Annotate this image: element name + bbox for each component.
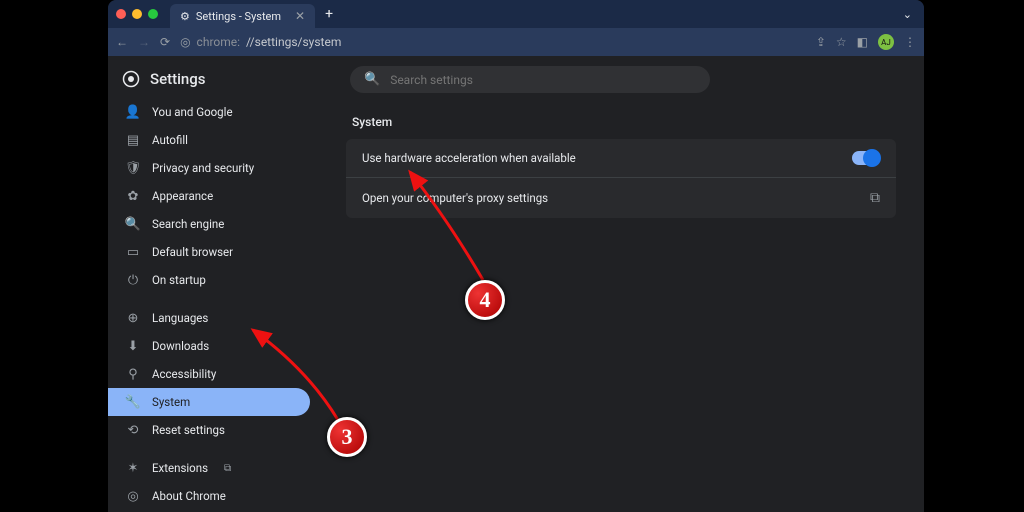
row-proxy-settings[interactable]: Open your computer's proxy settings ⧉ <box>346 177 896 218</box>
settings-card: Use hardware acceleration when available… <box>346 139 896 218</box>
search-icon: 🔍 <box>126 217 140 231</box>
tab-title: Settings - System <box>196 10 281 23</box>
sidebar-item-extensions[interactable]: ✶ Extensions ⧉ <box>108 454 318 482</box>
power-icon: ⏻ <box>126 273 140 287</box>
sidebar-item-label: Accessibility <box>152 367 216 381</box>
sidebar-item-label: Reset settings <box>152 423 225 437</box>
external-link-icon: ⧉ <box>870 190 880 206</box>
accessibility-icon: ⚲ <box>126 367 140 381</box>
sidebar-item-label: Default browser <box>152 245 233 259</box>
sidebar-item-accessibility[interactable]: ⚲ Accessibility <box>108 360 318 388</box>
window-titlebar: ⚙ Settings - System ✕ + ⌄ <box>108 0 924 28</box>
profile-avatar[interactable]: AJ <box>878 34 894 50</box>
traffic-lights <box>116 9 158 19</box>
search-settings[interactable]: 🔍 <box>350 66 710 93</box>
appearance-icon: ✿ <box>126 189 140 203</box>
puzzle-icon: ✶ <box>126 461 140 475</box>
chrome-logo-icon <box>122 70 140 88</box>
sidebar-item-label: System <box>152 395 190 409</box>
autofill-icon: ▤ <box>126 133 140 147</box>
sidebar-item-label: On startup <box>152 273 206 287</box>
kebab-menu-icon[interactable]: ⋮ <box>904 35 916 49</box>
site-info-icon[interactable]: ◎ <box>180 35 190 49</box>
browser-tab[interactable]: ⚙ Settings - System ✕ <box>170 4 315 28</box>
settings-sidebar: Settings 👤 You and Google ▤ Autofill 🛡 Privac… <box>108 56 318 512</box>
address-bar: ← → ⟳ ◎ chrome: //settings/system ⇪ ☆ ◧ … <box>108 28 924 56</box>
sidebar-item-default-browser[interactable]: ▭ Default browser <box>108 238 318 266</box>
sidebar-item-you-and-google[interactable]: 👤 You and Google <box>108 98 318 126</box>
settings-content: Settings 👤 You and Google ▤ Autofill 🛡 Privac… <box>108 56 924 512</box>
url-path: //settings/system <box>246 35 341 49</box>
minimize-window-button[interactable] <box>132 9 142 19</box>
section-title: System <box>352 115 896 129</box>
forward-button[interactable]: → <box>138 35 150 49</box>
settings-main: 🔍 System Use hardware acceleration when … <box>318 56 924 512</box>
back-button[interactable]: ← <box>116 35 128 49</box>
person-icon: 👤 <box>126 105 140 119</box>
sidebar-item-about-chrome[interactable]: ◎ About Chrome <box>108 482 318 510</box>
sidebar-item-label: You and Google <box>152 105 233 119</box>
sidebar-item-label: Autofill <box>152 133 188 147</box>
sidebar-item-privacy-and-security[interactable]: 🛡 Privacy and security <box>108 154 318 182</box>
sidebar-item-search-engine[interactable]: 🔍 Search engine <box>108 210 318 238</box>
share-icon[interactable]: ⇪ <box>816 35 826 49</box>
sidebar-item-label: Appearance <box>152 189 213 203</box>
sidebar-item-downloads[interactable]: ⬇ Downloads <box>108 332 318 360</box>
reset-icon: ⟲ <box>126 423 140 437</box>
chrome-icon: ◎ <box>126 489 140 503</box>
new-tab-button[interactable]: + <box>325 6 333 22</box>
sidebar-item-label: Extensions <box>152 461 208 475</box>
sidebar-item-label: About Chrome <box>152 489 226 503</box>
sidebar-item-label: Languages <box>152 311 208 325</box>
sidebar-item-reset-settings[interactable]: ⟲ Reset settings <box>108 416 318 444</box>
external-link-icon: ⧉ <box>224 463 231 474</box>
sidebar-item-label: Downloads <box>152 339 209 353</box>
sidebar-item-on-startup[interactable]: ⏻ On startup <box>108 266 318 294</box>
close-window-button[interactable] <box>116 9 126 19</box>
globe-icon: ⊕ <box>126 311 140 325</box>
shield-icon: 🛡 <box>126 161 140 175</box>
search-icon: 🔍 <box>364 72 380 87</box>
maximize-window-button[interactable] <box>148 9 158 19</box>
download-icon: ⬇ <box>126 339 140 353</box>
reload-button[interactable]: ⟳ <box>160 35 170 49</box>
browser-icon: ▭ <box>126 245 140 259</box>
row-hardware-acceleration[interactable]: Use hardware acceleration when available <box>346 139 896 177</box>
sidebar-item-system[interactable]: 🔧 System <box>108 388 310 416</box>
gear-icon: ⚙ <box>180 10 190 23</box>
url-field[interactable]: ◎ chrome: //settings/system <box>180 35 806 49</box>
toolbar-actions: ⇪ ☆ ◧ AJ ⋮ <box>816 34 916 50</box>
row-label: Use hardware acceleration when available <box>362 151 576 165</box>
tabs-menu-chevron-icon[interactable]: ⌄ <box>903 8 912 21</box>
sidebar-item-languages[interactable]: ⊕ Languages <box>108 304 318 332</box>
wrench-icon: 🔧 <box>126 395 140 409</box>
nav-controls: ← → ⟳ <box>116 35 170 49</box>
sidebar-item-label: Privacy and security <box>152 161 254 175</box>
browser-window: ⚙ Settings - System ✕ + ⌄ ← → ⟳ ◎ chrome… <box>108 0 924 512</box>
sidebar-item-label: Search engine <box>152 217 224 231</box>
sidebar-item-appearance[interactable]: ✿ Appearance <box>108 182 318 210</box>
bookmark-icon[interactable]: ☆ <box>836 35 847 49</box>
toggle-switch[interactable] <box>852 151 880 165</box>
settings-brand: Settings <box>108 66 318 98</box>
close-tab-icon[interactable]: ✕ <box>295 9 305 23</box>
page-title: Settings <box>150 70 206 88</box>
extensions-icon[interactable]: ◧ <box>857 35 868 49</box>
sidebar-item-autofill[interactable]: ▤ Autofill <box>108 126 318 154</box>
search-input[interactable] <box>390 73 696 87</box>
url-scheme: chrome: <box>197 35 240 49</box>
row-label: Open your computer's proxy settings <box>362 191 548 205</box>
